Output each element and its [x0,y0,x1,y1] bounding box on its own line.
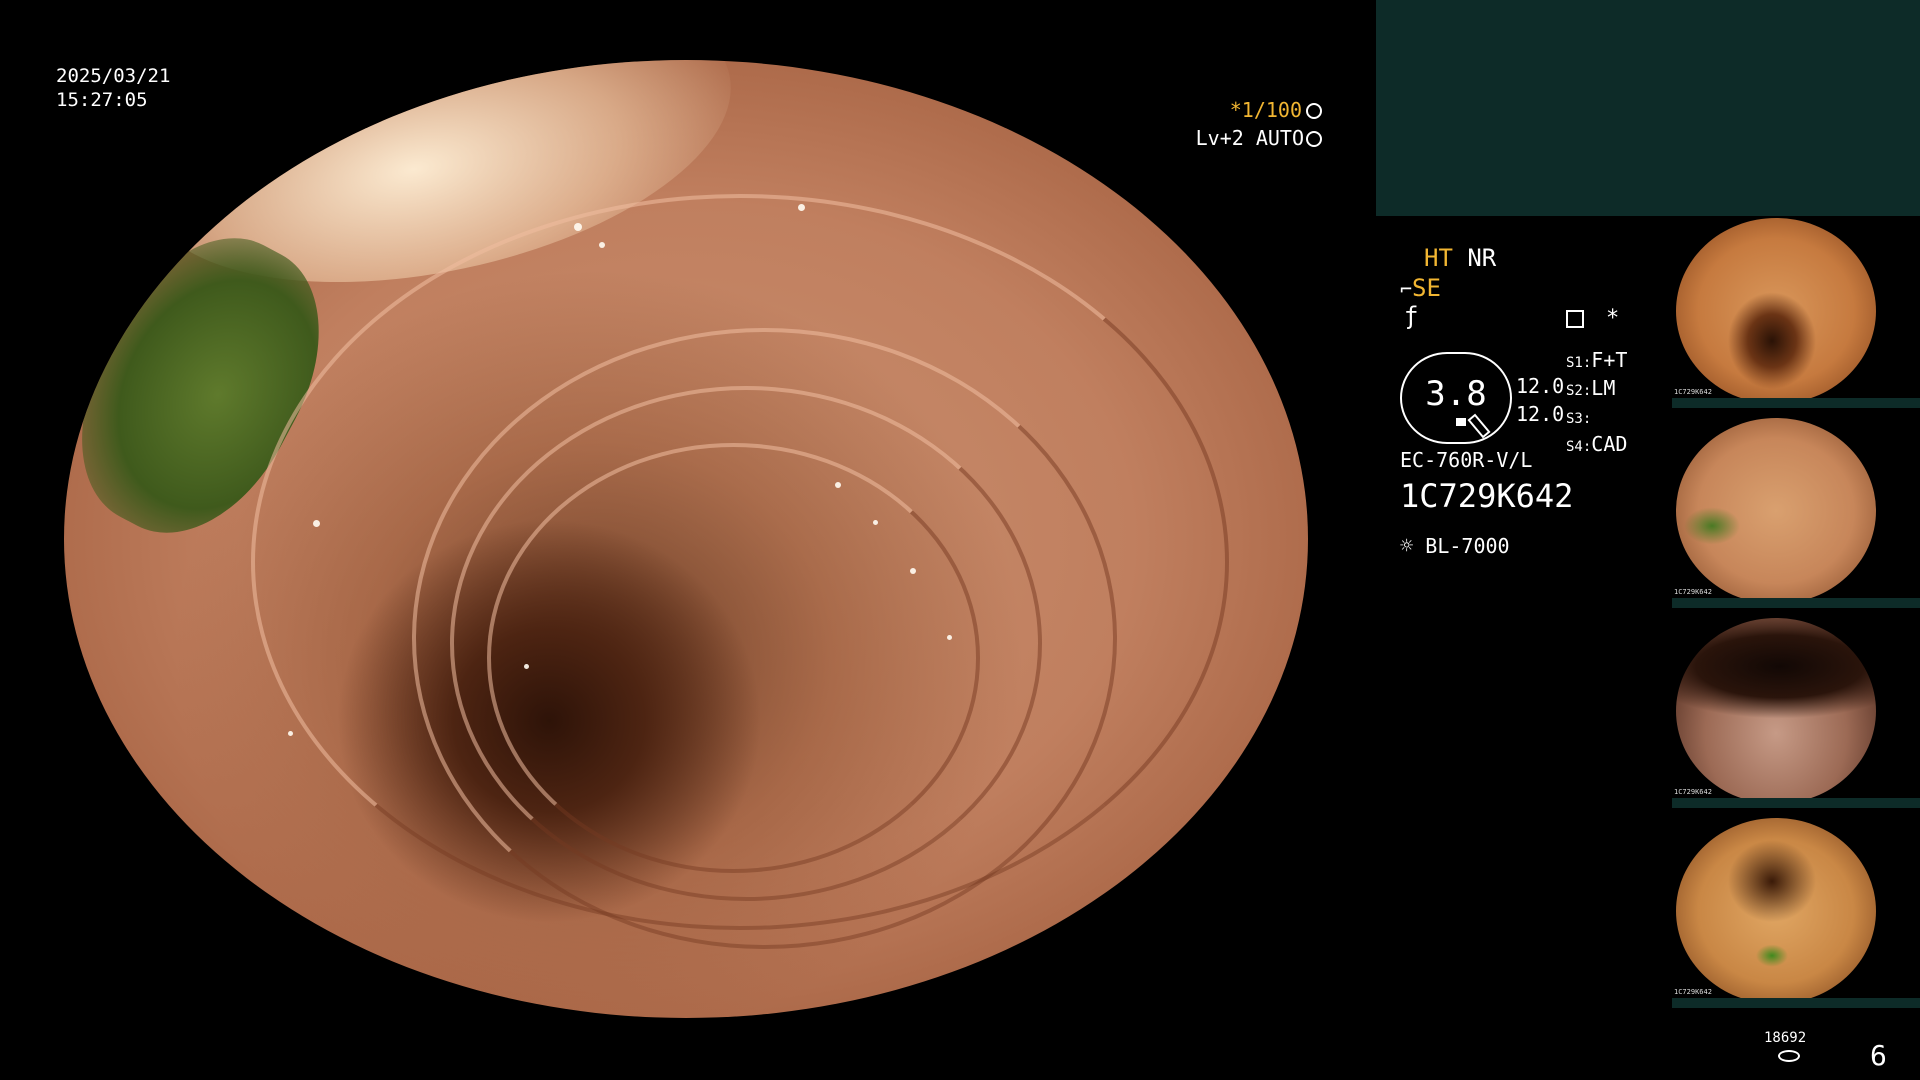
time-text: 15:27:05 [56,89,148,111]
iris-icon [1306,131,1322,147]
thumbnail-3-label: 1C729K642 [1674,788,1712,796]
light-bulb-icon: ☼ [1400,534,1414,559]
endoscope-live-view [64,60,1308,1018]
iris-readout: Lv+2 AUTO [1186,126,1322,150]
ht-indicator: HT [1424,244,1453,272]
star-indicator: * [1606,306,1620,331]
record-status-icon: * [1566,306,1619,331]
se-indicator: SE [1412,274,1441,302]
switch-list: S1:F+T S2:LM S3: S4:CAD [1566,348,1627,460]
thumbnail-header-panel [1376,0,1920,216]
switch-s2: S2:LM [1566,376,1616,400]
scope-angle-icon [1456,418,1466,426]
storage-icon [1778,1050,1800,1062]
switch-s4: S4:CAD [1566,432,1628,456]
light-source-readout: ☼ BL-7000 [1400,534,1510,559]
enhance-level: Lv+2 [1195,126,1244,150]
setting-value-1: 12.0 [1516,374,1565,398]
date-text: 2025/03/21 [56,65,171,87]
structure-icon: ⌐ [1400,277,1413,301]
light-source-model: BL-7000 [1425,534,1510,558]
thumbnail-4-label: 1C729K642 [1674,988,1712,996]
shutter-readout: *1/100 [1196,98,1322,122]
shutter-value: *1/100 [1229,98,1302,122]
thumbnail-2-label: 1C729K642 [1674,588,1712,596]
thumbnail-4[interactable]: 1C729K642 [1672,816,1920,1008]
zoom-value: 3.8 [1425,374,1487,414]
color-mode-icon: ƒ [1404,302,1419,330]
scope-model: EC-760R-V/L [1400,448,1533,472]
image-count: 6 [1870,1039,1887,1072]
switch-s1: S1:F+T [1566,348,1628,372]
iris-mode: AUTO [1255,126,1304,150]
setting-value-2: 12.0 [1516,402,1565,426]
thumbnail-1[interactable]: 1C729K642 [1672,216,1920,408]
nr-indicator: NR [1467,244,1497,272]
scope-serial: 1C729K642 [1400,477,1574,515]
thumbnail-1-label: 1C729K642 [1674,388,1712,396]
storage-count: 18692 [1764,1030,1807,1046]
switch-s3: S3: [1566,411,1592,427]
aperture-icon [1306,103,1322,119]
thumbnail-2[interactable]: 1C729K642 [1672,416,1920,608]
thumbnail-3[interactable]: 1C729K642 [1672,616,1920,808]
